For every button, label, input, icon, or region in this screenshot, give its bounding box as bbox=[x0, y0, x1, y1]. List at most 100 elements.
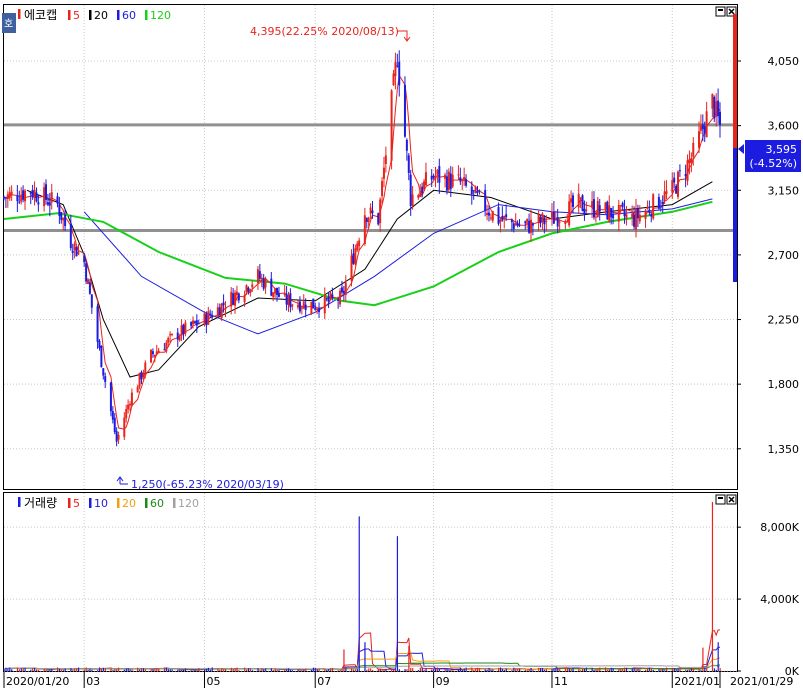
candle-body bbox=[633, 214, 636, 227]
candle-body bbox=[405, 139, 408, 151]
volume-bar bbox=[284, 669, 286, 671]
volume-bar bbox=[110, 668, 112, 671]
volume-bar bbox=[165, 667, 167, 671]
candle-body bbox=[449, 173, 452, 189]
candle-body bbox=[90, 294, 93, 308]
volume-bar bbox=[223, 669, 225, 671]
candle-body bbox=[445, 176, 448, 191]
volume-bar bbox=[32, 667, 34, 671]
candle-body bbox=[277, 293, 280, 297]
maximize-icon[interactable] bbox=[715, 6, 726, 17]
candle-body bbox=[113, 417, 116, 432]
price-legend-marker-0 bbox=[68, 10, 71, 20]
candle-body bbox=[487, 212, 490, 216]
volume-bar bbox=[572, 667, 574, 671]
candle-body bbox=[719, 111, 721, 125]
volume-bar bbox=[356, 668, 358, 671]
volume-bar bbox=[209, 669, 211, 671]
candle-body bbox=[705, 111, 708, 138]
candle-body bbox=[117, 434, 120, 440]
volume-bar bbox=[444, 668, 446, 671]
candle-body bbox=[688, 159, 691, 164]
candle-body bbox=[192, 320, 195, 325]
volume-bar bbox=[368, 668, 370, 671]
candle-body bbox=[650, 213, 653, 217]
price-tick-label: 3,600 bbox=[768, 120, 800, 133]
candle-body bbox=[594, 216, 597, 218]
candle-body bbox=[541, 213, 544, 223]
volume-bar bbox=[394, 669, 397, 671]
candle-body bbox=[516, 222, 519, 226]
volume-maximize-icon[interactable] bbox=[715, 494, 726, 505]
volume-bar bbox=[87, 669, 89, 671]
volume-bar bbox=[702, 647, 704, 671]
volume-bar bbox=[3, 669, 5, 671]
candle-body bbox=[591, 201, 594, 208]
candle-body bbox=[459, 177, 462, 182]
candle-body bbox=[623, 209, 626, 217]
candle-body bbox=[4, 197, 7, 199]
candle-body bbox=[298, 301, 301, 312]
candle-body bbox=[285, 293, 288, 305]
candle-body bbox=[249, 289, 252, 293]
volume-bar bbox=[230, 667, 232, 671]
candle-body bbox=[717, 100, 720, 117]
date-axis: 2020/01/20 03 05 07 09 11 2021/01 2021/01/29 bbox=[3, 672, 793, 688]
volume-bar bbox=[245, 669, 248, 671]
candle-body bbox=[232, 293, 235, 305]
candle-body bbox=[251, 284, 254, 288]
volume-bar bbox=[247, 668, 250, 671]
volume-bar bbox=[566, 667, 568, 671]
volume-bar bbox=[633, 667, 635, 671]
corner-label[interactable]: 호 bbox=[4, 18, 13, 30]
volume-bar bbox=[150, 668, 152, 671]
candle-body bbox=[604, 202, 607, 210]
volume-bar bbox=[715, 669, 717, 671]
volume-bar bbox=[329, 668, 332, 671]
volume-bar bbox=[412, 668, 414, 671]
volume-bar bbox=[612, 668, 614, 671]
volume-bar bbox=[519, 668, 521, 671]
volume-bar bbox=[263, 669, 265, 671]
price-legend-label-0: 5 bbox=[73, 9, 80, 22]
candle-body bbox=[470, 186, 473, 195]
volume-bar bbox=[316, 669, 318, 671]
candle-body bbox=[570, 198, 573, 203]
candle-body bbox=[566, 221, 569, 223]
volume-bar bbox=[398, 669, 400, 671]
volume-bar bbox=[423, 669, 425, 671]
candle-body bbox=[484, 190, 487, 212]
volume-bar bbox=[287, 668, 290, 671]
candle-body bbox=[18, 201, 21, 203]
volume-bar bbox=[97, 670, 99, 671]
volume-bar bbox=[559, 668, 561, 671]
volume-bar bbox=[410, 667, 412, 671]
candle-body bbox=[222, 302, 225, 306]
volume-bar bbox=[446, 668, 448, 671]
volume-bar bbox=[194, 669, 196, 671]
stock-chart: 호 에코캡 5 20 60 120 4,395(22.25% 2020/08/13) … bbox=[2, 4, 801, 688]
price-legend-label-2: 60 bbox=[122, 9, 136, 22]
candle-body bbox=[153, 354, 156, 357]
candle-body bbox=[190, 322, 193, 326]
volume-bar bbox=[511, 669, 513, 671]
candle-body bbox=[692, 142, 695, 157]
candle-body bbox=[237, 293, 240, 301]
candle-body bbox=[526, 218, 529, 223]
candle-body bbox=[529, 219, 532, 233]
candle-body bbox=[150, 349, 153, 363]
volume-bar bbox=[43, 668, 45, 671]
price-legend-marker-1 bbox=[89, 10, 92, 20]
volume-bar bbox=[244, 667, 246, 671]
candle-body bbox=[676, 171, 679, 197]
volume-bar bbox=[393, 669, 395, 671]
candle-body bbox=[634, 208, 637, 230]
candle-body bbox=[638, 214, 641, 222]
volume-bar bbox=[127, 668, 129, 671]
candle-body bbox=[297, 304, 300, 308]
candle-body bbox=[356, 243, 359, 251]
candle-body bbox=[652, 194, 655, 219]
volume-bar bbox=[704, 667, 706, 671]
volume-bar bbox=[324, 669, 326, 671]
candle-body bbox=[45, 184, 48, 200]
